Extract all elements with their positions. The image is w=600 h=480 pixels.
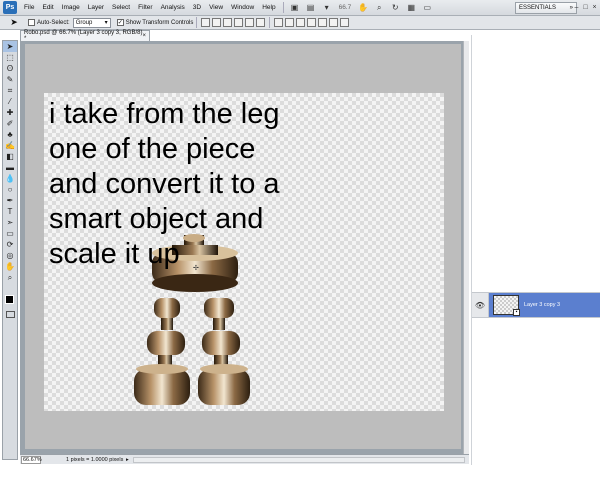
menu-separator — [282, 2, 284, 13]
blur-tool-icon[interactable]: 💧 — [3, 173, 17, 184]
eraser-tool-icon[interactable]: ◧ — [3, 151, 17, 162]
distribute-center-icon[interactable] — [285, 18, 295, 27]
tools-panel: ➤ ⬚ ʘ ✎ ⌗ ⁄ ✚ ✐ ♣ ✍ ◧ ▬ 💧 ○ ✒ T ➣ ▭ ⟳ ◎ … — [2, 40, 18, 460]
path-selection-tool-icon[interactable]: ➣ — [3, 217, 17, 228]
quick-selection-tool-icon[interactable]: ✎ — [3, 74, 17, 85]
workspace-label: ESSENTIALS — [519, 5, 557, 11]
options-separator — [269, 17, 271, 28]
menu-view[interactable]: View — [205, 4, 227, 11]
foreground-color-swatch[interactable] — [5, 295, 14, 304]
show-transform-checkbox[interactable] — [116, 19, 124, 26]
menu-window[interactable]: Window — [227, 4, 258, 11]
align-vertical-center-icon[interactable] — [212, 18, 222, 27]
layer-thumbnail: ▪ — [493, 295, 520, 316]
type-tool-icon[interactable]: T — [3, 206, 17, 217]
brush-tool-icon[interactable]: ✐ — [3, 118, 17, 129]
menu-help[interactable]: Help — [258, 4, 279, 11]
move-tool-preset-icon[interactable]: ➤ — [6, 17, 22, 29]
auto-select-checkbox[interactable] — [28, 19, 35, 26]
smart-object-badge-icon: ▪ — [513, 309, 520, 316]
vertical-scrollbar[interactable] — [463, 41, 469, 454]
layer-name[interactable]: Layer 3 copy 3 — [524, 302, 560, 308]
auto-select-dropdown[interactable]: Group ▾ — [72, 17, 111, 28]
align-horizontal-center-icon[interactable] — [245, 18, 255, 27]
menu-image[interactable]: Image — [58, 4, 84, 11]
pen-tool-icon[interactable]: ✒ — [3, 195, 17, 206]
hand-icon[interactable]: ✋ — [357, 3, 369, 13]
zoom-level-dropdown-icon[interactable]: ▾ — [321, 3, 333, 13]
distribute-bottom-icon[interactable] — [296, 18, 306, 27]
status-bar: 66.67% 1 pixels = 1.0000 pixels ▸ — [20, 454, 469, 464]
rotate-view-icon[interactable]: ↻ — [389, 3, 401, 13]
menu-3d[interactable]: 3D — [189, 4, 205, 11]
move-tool-icon[interactable]: ➤ — [3, 41, 17, 52]
minimize-icon[interactable]: – — [573, 2, 580, 12]
restore-icon[interactable]: □ — [582, 2, 589, 12]
horizontal-scrollbar[interactable] — [132, 456, 465, 463]
chevron-down-icon: ▾ — [104, 20, 108, 26]
zoom-field[interactable]: 66.67% — [21, 455, 42, 464]
hand-tool-icon[interactable]: ✋ — [3, 261, 17, 272]
document-window: ✢ i take from the leg one of the piece a… — [20, 41, 469, 454]
document-info[interactable]: 1 pixels = 1.0000 pixels — [66, 457, 126, 463]
canvas-text-layer: i take from the leg one of the piece and… — [49, 98, 280, 270]
visibility-eye-icon[interactable]: 👁 — [472, 293, 489, 317]
canvas[interactable]: ✢ i take from the leg one of the piece a… — [44, 93, 444, 411]
auto-select-value: Group — [75, 19, 93, 26]
workspace-switcher[interactable]: ESSENTIALS » — [515, 2, 577, 14]
show-transform-label: Show Transform Controls — [125, 19, 194, 26]
options-bar: ➤ Auto-Select: Group ▾ Show Transform Co… — [0, 16, 600, 30]
clone-stamp-tool-icon[interactable]: ♣ — [3, 129, 17, 140]
healing-brush-tool-icon[interactable]: ✚ — [3, 107, 17, 118]
dodge-tool-icon[interactable]: ○ — [3, 184, 17, 195]
3d-orbit-tool-icon[interactable]: ◎ — [3, 250, 17, 261]
distribute-hcenter-icon[interactable] — [318, 18, 328, 27]
gradient-tool-icon[interactable]: ▬ — [3, 162, 17, 173]
marquee-tool-icon[interactable]: ⬚ — [3, 52, 17, 63]
menu-select[interactable]: Select — [108, 4, 134, 11]
options-separator — [196, 17, 198, 28]
pasteboard: ✢ i take from the leg one of the piece a… — [25, 44, 461, 449]
crop-tool-icon[interactable]: ⌗ — [3, 85, 17, 96]
menu-layer[interactable]: Layer — [84, 4, 108, 11]
align-bottom-icon[interactable] — [223, 18, 233, 27]
quick-mask-icon[interactable] — [6, 311, 15, 318]
menu-bar: Ps File Edit Image Layer Select Filter A… — [0, 0, 600, 16]
history-brush-tool-icon[interactable]: ✍ — [3, 140, 17, 151]
align-left-icon[interactable] — [234, 18, 244, 27]
distribute-top-icon[interactable] — [274, 18, 284, 27]
zoom-tool-icon[interactable]: ⌕ — [3, 272, 17, 283]
close-icon[interactable]: × — [591, 2, 598, 12]
photoshop-logo: Ps — [3, 1, 17, 14]
window-controls: – □ × — [573, 2, 598, 12]
close-icon[interactable]: × — [142, 33, 146, 39]
document-tab[interactable]: Robo.psd @ 66.7% (Layer 3 copy 3, RGB/8)… — [20, 30, 150, 42]
auto-select-label: Auto-Select: — [37, 19, 70, 26]
distribute-left-icon[interactable] — [307, 18, 317, 27]
distribute-right-icon[interactable] — [329, 18, 339, 27]
status-menu-arrow-icon[interactable]: ▸ — [126, 457, 129, 463]
eyedropper-tool-icon[interactable]: ⁄ — [3, 96, 17, 107]
align-right-icon[interactable] — [256, 18, 266, 27]
shape-tool-icon[interactable]: ▭ — [3, 228, 17, 239]
auto-align-layers-icon[interactable] — [340, 18, 350, 27]
bridge-icon[interactable]: ▣ — [289, 3, 301, 13]
arrange-documents-icon[interactable]: ▦ — [405, 3, 417, 13]
left-leg — [134, 298, 190, 405]
layer-row-selected[interactable]: ▪ Layer 3 copy 3 — [489, 293, 600, 317]
menu-filter[interactable]: Filter — [134, 4, 156, 11]
right-leg — [198, 298, 250, 405]
zoom-icon[interactable]: ⌕ — [373, 3, 385, 13]
menu-edit[interactable]: Edit — [38, 4, 57, 11]
menu-analysis[interactable]: Analysis — [157, 4, 189, 11]
3d-rotate-tool-icon[interactable]: ⟳ — [3, 239, 17, 250]
menu-file[interactable]: File — [20, 4, 38, 11]
mini-bridge-icon[interactable]: ▤ — [305, 3, 317, 13]
zoom-level-readout[interactable]: 66.7 — [339, 4, 352, 11]
layers-panel: 👁 ▪ Layer 3 copy 3 — [471, 35, 600, 465]
align-top-icon[interactable] — [201, 18, 211, 27]
screen-mode-icon[interactable]: ▭ — [421, 3, 433, 13]
lasso-tool-icon[interactable]: ʘ — [3, 63, 17, 74]
layer-row[interactable]: 👁 ▪ Layer 3 copy 3 — [472, 292, 600, 318]
